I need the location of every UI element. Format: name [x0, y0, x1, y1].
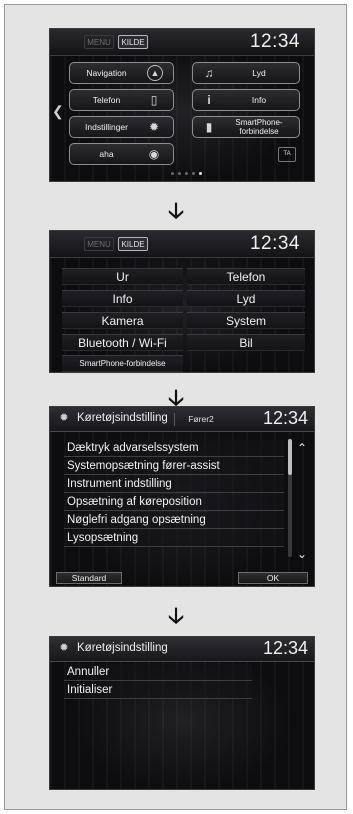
page-dot	[185, 172, 188, 175]
phone-button[interactable]: Telefon ▯	[69, 89, 174, 111]
ta-badge[interactable]: TA	[278, 147, 296, 162]
page-indicator	[171, 172, 202, 175]
vehicle-settings-screen: ✹ Køretøjsindstilling Fører2 12:34 Dæktr…	[49, 406, 315, 587]
driver-profile[interactable]: Fører2	[174, 413, 227, 426]
smartphone-button[interactable]: ▮ SmartPhone- forbindelse	[192, 116, 300, 138]
audio-label: Lyd	[252, 68, 266, 78]
scrollbar[interactable]	[288, 439, 292, 557]
status-bar: MENU KILDE 12:34	[50, 29, 314, 56]
system-settings-button[interactable]: System	[187, 312, 305, 329]
tab-menu[interactable]: MENU	[84, 35, 114, 49]
smartphone-label-line1: SmartPhone-	[235, 118, 283, 127]
clock: 12:34	[262, 408, 308, 428]
bluetooth-wifi-button[interactable]: Bluetooth / Wi-Fi	[62, 334, 183, 351]
title-bar: ✹ Køretøjsindstilling 12:34	[50, 637, 314, 662]
page-dot-active	[199, 172, 202, 175]
page-dot	[171, 172, 174, 175]
navigation-label: Navigation	[86, 68, 127, 78]
gear-icon: ✹	[59, 412, 69, 424]
smartphone-connection-button[interactable]: SmartPhone-forbindelse	[62, 355, 183, 372]
scroll-up-icon[interactable]: ⌃	[295, 441, 309, 455]
settings-screen: MENU KILDE 12:34 Ur Telefon Info Lyd Kam…	[49, 230, 315, 373]
tab-menu[interactable]: MENU	[84, 237, 114, 251]
vehicle-settings-button[interactable]: Bil	[187, 334, 305, 351]
status-bar: MENU KILDE 12:34	[50, 231, 314, 258]
default-button[interactable]: Standard	[56, 572, 122, 584]
list-item[interactable]: Systemopsætning fører-assist	[64, 458, 284, 475]
down-arrow-icon: 🡣	[168, 198, 184, 223]
aha-button[interactable]: aha ◉	[69, 143, 174, 165]
settings-label: Indstillinger	[85, 122, 128, 132]
page-dot	[192, 172, 195, 175]
list-item[interactable]: Dæktryk advarselssystem	[64, 440, 284, 457]
info-icon: i	[207, 93, 211, 107]
compass-icon: ▲	[147, 65, 163, 81]
cancel-option[interactable]: Annuller	[64, 664, 252, 681]
scroll-down-icon[interactable]: ⌄	[295, 547, 309, 561]
ok-button[interactable]: OK	[238, 572, 308, 584]
smartphone-label-line2: forbindelse	[239, 127, 279, 136]
tab-source[interactable]: KILDE	[118, 237, 148, 251]
list-item[interactable]: Instrument indstilling	[64, 476, 284, 493]
aha-label: aha	[99, 149, 114, 159]
aha-icon: ◉	[148, 147, 160, 161]
screen-title: Køretøjsindstilling	[77, 412, 168, 424]
list-item[interactable]: Lysopsætning	[64, 530, 284, 547]
gear-icon: ✹	[59, 642, 69, 654]
clock: 12:34	[249, 31, 300, 52]
smartphone-icon: ▮	[205, 120, 213, 134]
list-item[interactable]: Opsætning af køreposition	[64, 494, 284, 511]
info-label: Info	[251, 95, 267, 105]
page-dot	[178, 172, 181, 175]
home-screen: MENU KILDE 12:34 ❮ Navigation ▲ Telefon …	[49, 28, 315, 182]
title-bar: ✹ Køretøjsindstilling Fører2 12:34	[50, 407, 314, 432]
info-settings-button[interactable]: Info	[62, 290, 183, 307]
audio-button[interactable]: ♫ Lyd	[192, 62, 300, 84]
list-item[interactable]: Nøglefri adgang opsætning	[64, 512, 284, 529]
navigation-button[interactable]: Navigation ▲	[69, 62, 174, 84]
down-arrow-icon: 🡣	[168, 603, 184, 628]
reset-confirm-screen: ✹ Køretøjsindstilling 12:34 Annuller Ini…	[49, 636, 315, 790]
settings-button[interactable]: Indstillinger ✹	[69, 116, 174, 138]
gear-icon: ✹	[148, 120, 160, 134]
phone-icon: ▯	[150, 93, 158, 107]
phone-settings-button[interactable]: Telefon	[187, 268, 305, 285]
camera-settings-button[interactable]: Kamera	[62, 312, 183, 329]
clock-button[interactable]: Ur	[62, 268, 183, 285]
clock: 12:34	[262, 638, 308, 658]
scrollbar-thumb[interactable]	[288, 439, 292, 475]
audio-settings-button[interactable]: Lyd	[187, 290, 305, 307]
music-note-icon: ♫	[204, 66, 214, 80]
scroll-left-icon[interactable]: ❮	[52, 103, 64, 120]
clock: 12:34	[249, 233, 300, 254]
initialize-option[interactable]: Initialiser	[64, 682, 252, 699]
smartphone-label: SmartPhone- forbindelse	[219, 118, 299, 136]
screen-title: Køretøjsindstilling	[77, 642, 168, 654]
info-button[interactable]: i Info	[192, 89, 300, 111]
tab-source[interactable]: KILDE	[118, 35, 148, 49]
phone-label: Telefon	[92, 95, 121, 105]
